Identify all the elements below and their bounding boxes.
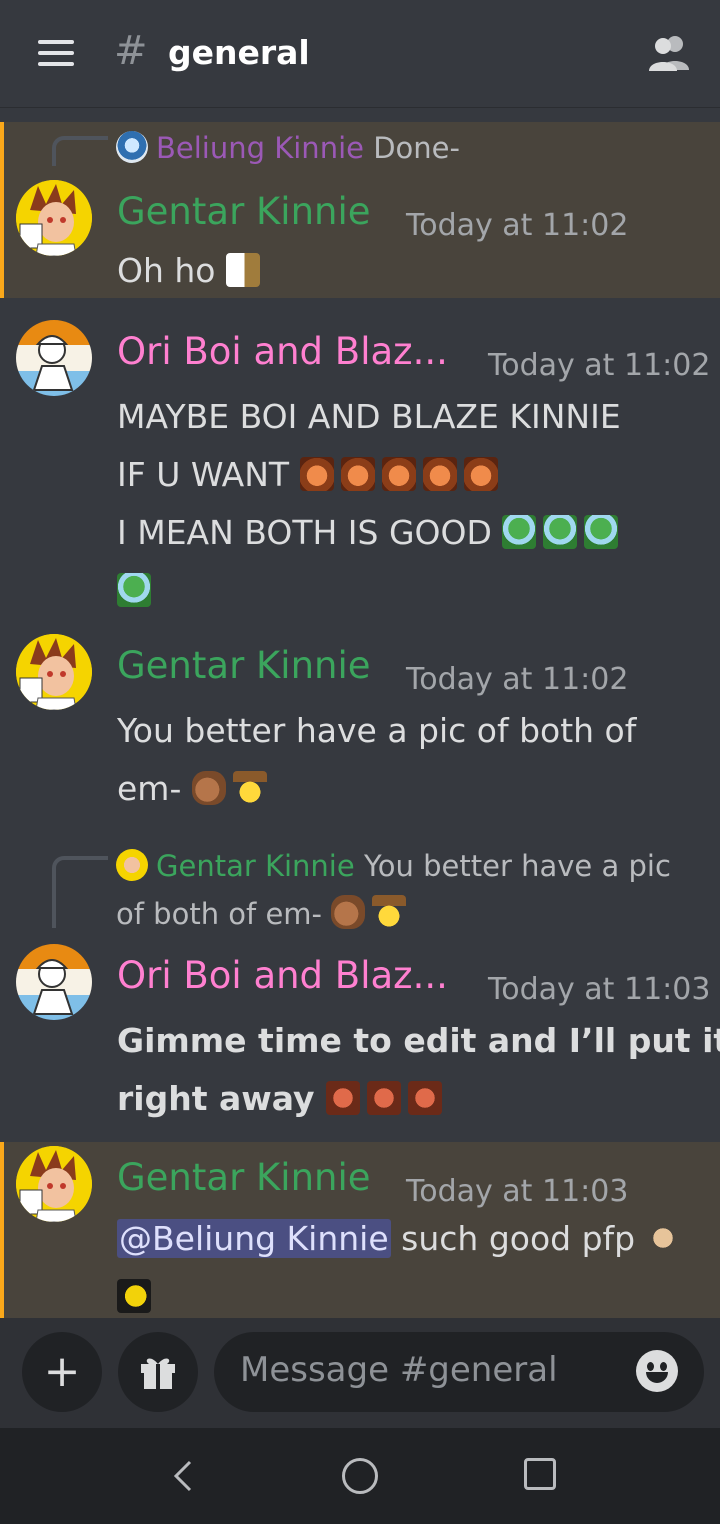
message-line: such good pfp [401,1219,636,1258]
reply-text: You better have a pic [363,849,671,883]
message-line: right away [117,1079,315,1118]
message-line: You better have a pic of both of [117,711,637,750]
message-composer: + Message #general [0,1318,720,1428]
fist-emoji-icon [331,895,366,929]
avatar-art [16,180,92,256]
message-line-with-emoji: IF U WANT [117,446,625,504]
reply-author[interactable]: Beliung Kinnie [156,131,364,165]
message-line-with-emoji: @Beliung Kinnie such good pfp [117,1210,687,1268]
reply-text: Done- [373,131,460,165]
dino-emoji-icon [502,515,537,549]
fist-emoji-icon [191,771,226,805]
message-text: Gimme time to edit and I’ll put it right… [117,1012,720,1128]
message: Ori Boi and Blaz... Today at 11:02 MAYBE… [0,312,720,612]
message-line: Gimme time to edit and I’ll put it [117,1021,720,1060]
laughing-face-emoji-icon [407,1081,442,1115]
timestamp: Today at 11:03 [406,1174,629,1209]
recent-apps-icon[interactable] [524,1458,556,1490]
waving-hand-emoji-icon [645,1221,680,1255]
menu-icon[interactable] [38,40,74,66]
channel-title[interactable]: general [168,33,310,72]
timestamp: Today at 11:02 [488,348,711,383]
message: Beliung Kinnie Done- Gentar Kinnie Today… [0,122,720,298]
bear-emoji-icon [381,457,416,491]
reply-author[interactable]: Gentar Kinnie [156,849,355,883]
message-text: Oh ho [117,242,267,300]
message-line: IF U WANT [117,455,290,494]
message-input[interactable]: Message #general [214,1332,704,1412]
message-line: Oh ho [117,251,216,290]
reply-text: of both of em- [116,897,323,931]
laughing-face-emoji-icon [366,1081,401,1115]
message: Gentar Kinnie Today at 11:03 @Beliung Ki… [0,1142,720,1318]
reply-preview[interactable]: Beliung Kinnie Done- [116,124,460,172]
avatar-gentar[interactable] [16,634,92,710]
message-text: You better have a pic of both of em- [117,702,636,818]
cat-door-emoji-icon [225,253,260,287]
gift-icon [141,1358,175,1389]
reply-avatar [116,131,148,163]
avatar-art [16,320,92,396]
dino-emoji-icon [543,515,578,549]
cowboy-emoji-icon [232,771,267,805]
avatar-art [16,1146,92,1222]
bear-emoji-icon [422,457,457,491]
chomping-face-emoji-icon [117,1279,151,1313]
add-attachment-button[interactable]: + [22,1332,102,1412]
emoji-line [117,1268,687,1318]
system-navigation-bar [0,1428,720,1524]
emoji-line [117,562,625,620]
author-name[interactable]: Gentar Kinnie [117,1156,371,1199]
message-line-with-emoji: I MEAN BOTH IS GOOD [117,504,625,562]
message-input-placeholder: Message #general [240,1350,558,1390]
author-name[interactable]: Ori Boi and Blaz... [117,330,448,373]
message-line: I MEAN BOTH IS GOOD [117,513,492,552]
reply-connector [52,136,108,166]
emoji-picker-icon[interactable] [636,1350,678,1392]
author-name[interactable]: Ori Boi and Blaz... [117,954,448,997]
avatar-ori-boi[interactable] [16,944,92,1020]
channel-header: # general [0,0,720,108]
message-text: @Beliung Kinnie such good pfp [117,1210,687,1318]
message-line-with-emoji: em- [117,760,636,818]
message: Gentar Kinnie You better have a pic of b… [0,840,720,1136]
channel-hash-icon: # [114,28,148,74]
timestamp: Today at 11:02 [406,208,629,243]
avatar-art [16,634,92,710]
laughing-face-emoji-icon [325,1081,360,1115]
cowboy-emoji-icon [372,895,407,929]
dino-emoji-icon [117,573,151,607]
bear-emoji-icon [463,457,498,491]
gift-button[interactable] [118,1332,198,1412]
dino-emoji-icon [584,515,619,549]
back-icon[interactable] [168,1458,198,1494]
reply-connector [52,856,108,928]
message-text: MAYBE BOI AND BLAZE KINNIE IF U WANT I M… [117,388,625,620]
avatar-gentar[interactable] [16,1146,92,1222]
author-name[interactable]: Gentar Kinnie [117,190,371,233]
message: Gentar Kinnie Today at 11:02 You better … [0,626,720,826]
message-list[interactable]: Beliung Kinnie Done- Gentar Kinnie Today… [0,108,720,1318]
message-line: MAYBE BOI AND BLAZE KINNIE [117,397,621,436]
message-line-with-emoji: right away [117,1070,720,1128]
bear-emoji-icon [340,457,375,491]
avatar-gentar[interactable] [16,180,92,256]
reply-avatar [116,849,148,881]
members-icon[interactable] [648,34,692,72]
timestamp: Today at 11:02 [406,662,629,697]
reply-preview[interactable]: Gentar Kinnie You better have a pic of b… [116,842,671,938]
avatar-ori-boi[interactable] [16,320,92,396]
avatar-art [16,944,92,1020]
message-line: em- [117,769,182,808]
author-name[interactable]: Gentar Kinnie [117,644,371,687]
home-icon[interactable] [342,1458,378,1494]
bear-emoji-icon [299,457,334,491]
user-mention[interactable]: @Beliung Kinnie [117,1219,391,1258]
timestamp: Today at 11:03 [488,972,711,1007]
